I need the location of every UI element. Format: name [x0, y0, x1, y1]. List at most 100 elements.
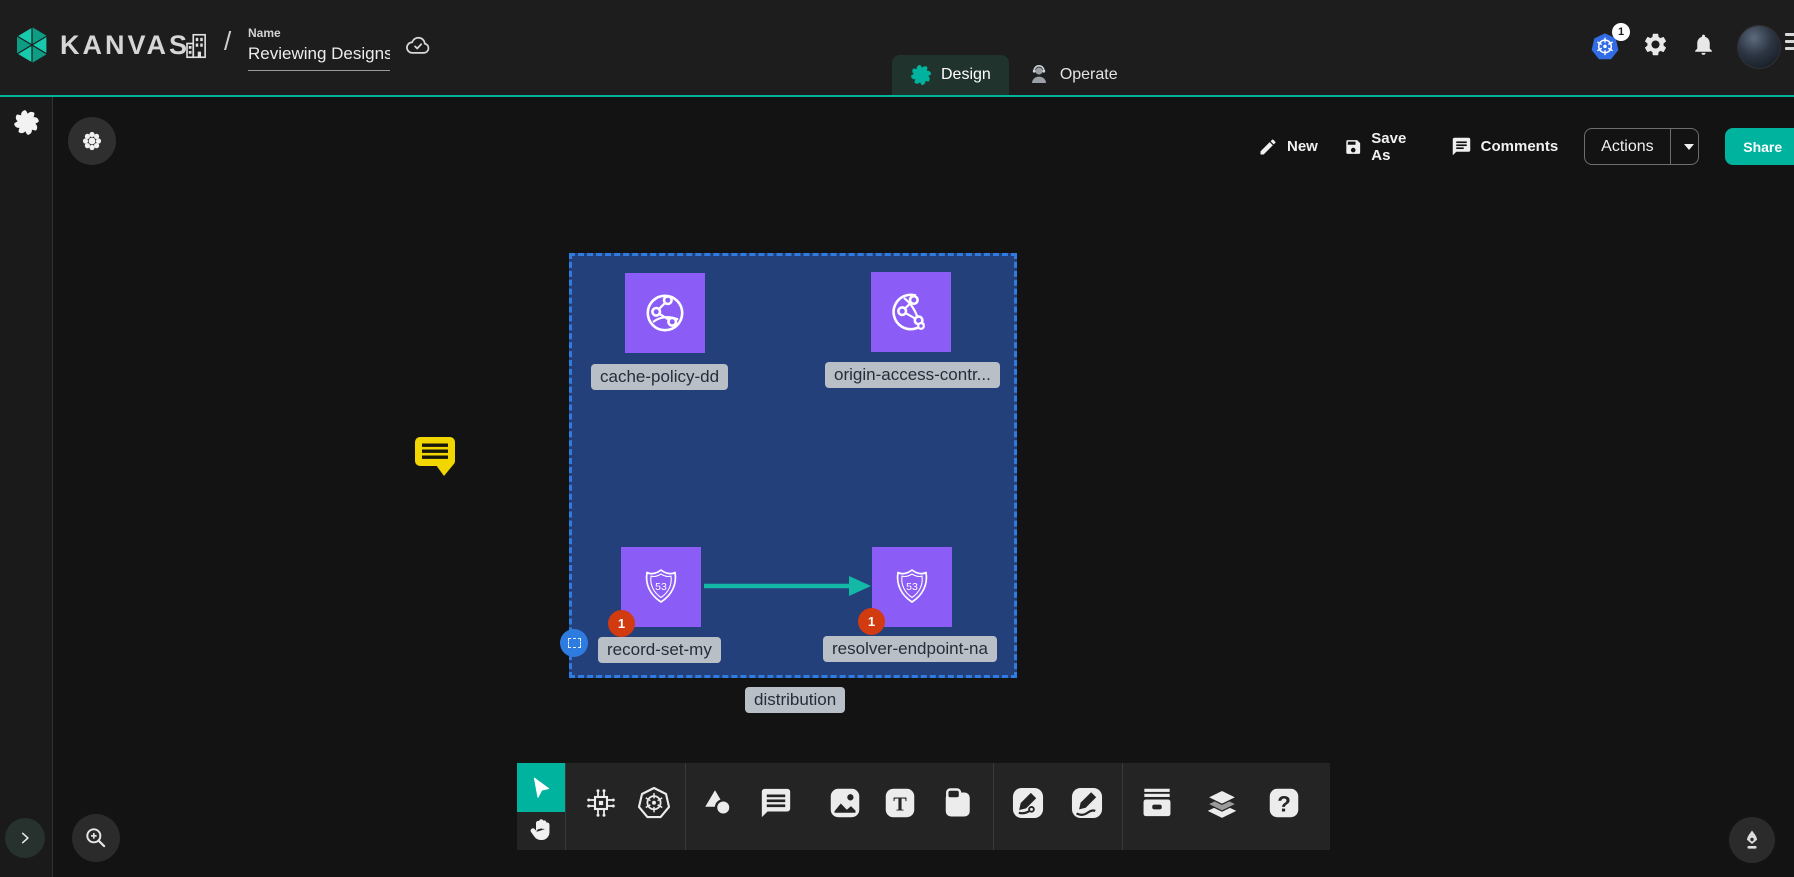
canvas-comment-marker[interactable] — [413, 433, 457, 482]
breadcrumb-separator: / — [224, 26, 231, 57]
brand-logo[interactable]: KANVAS — [14, 26, 190, 64]
tab-design-label: Design — [941, 66, 991, 84]
design-name-label: Name — [248, 26, 390, 40]
share-split-button: Share — [1725, 128, 1794, 165]
selected-group-distribution[interactable]: cache-policy-dd origin-access-contr... 5… — [569, 253, 1017, 678]
pencil-sketch-tool[interactable] — [1068, 784, 1106, 822]
node-resolver-endpoint[interactable]: 53 — [872, 547, 952, 627]
edge-record-set-to-resolver[interactable] — [703, 572, 873, 600]
menu-hamburger-icon[interactable] — [1785, 33, 1794, 54]
node-badge-resolver-endpoint[interactable]: 1 — [858, 608, 885, 635]
node-origin-access-control[interactable] — [871, 272, 951, 352]
left-sidebar — [0, 97, 53, 877]
meshery-logo-white-icon[interactable] — [13, 109, 40, 141]
clipboard-icon — [939, 785, 975, 821]
whiteboarding-pen-button[interactable] — [1729, 817, 1775, 863]
organization-icon[interactable] — [182, 30, 212, 67]
kanvas-hexagon-icon — [14, 26, 50, 64]
save-status-cloud-icon — [403, 33, 433, 66]
note-tool[interactable] — [938, 784, 976, 822]
text-icon: T — [882, 785, 918, 821]
node-label-origin-access-control[interactable]: origin-access-contr... — [825, 362, 1000, 388]
cloudfront-globe-icon — [887, 288, 935, 336]
node-cache-policy[interactable] — [625, 273, 705, 353]
actions-split-button: Actions — [1584, 128, 1699, 165]
tab-operate[interactable]: Operate — [1009, 55, 1136, 95]
comments-label: Comments — [1481, 138, 1559, 155]
kanvas-app: KANVAS / Name — [0, 0, 1794, 877]
route53-number: 53 — [655, 581, 667, 593]
caret-down-icon — [1683, 143, 1695, 151]
bottom-toolbar: T — [517, 763, 1330, 850]
header-right-actions: 1 — [1590, 26, 1780, 68]
pen-path-tool[interactable] — [1009, 784, 1047, 822]
canvas-settings-button[interactable] — [68, 117, 116, 165]
header: KANVAS / Name — [0, 0, 1794, 97]
design-action-bar: New Save As Comments Actions — [1258, 128, 1794, 165]
node-label-resolver-endpoint[interactable]: resolver-endpoint-na — [823, 636, 997, 662]
pen-nib-icon — [1740, 828, 1764, 852]
group-selection-handle[interactable] — [560, 629, 588, 657]
meshery-swirl-icon — [910, 64, 932, 86]
node-record-set[interactable]: 53 — [621, 547, 701, 627]
comments-button[interactable]: Comments — [1451, 136, 1559, 157]
pencil-icon — [1258, 137, 1278, 157]
save-as-button[interactable]: Save As — [1344, 130, 1425, 164]
dashed-rect-icon — [568, 638, 581, 648]
cloudfront-globe-icon — [641, 289, 689, 337]
select-tool-active[interactable] — [517, 763, 565, 812]
floppy-disk-icon — [1344, 137, 1362, 157]
operator-headset-icon — [1027, 63, 1051, 87]
comment-icon — [1451, 136, 1472, 157]
route53-shield-icon: 53 — [889, 565, 935, 609]
tab-design[interactable]: Design — [892, 55, 1009, 95]
group-label-distribution[interactable]: distribution — [745, 687, 845, 713]
comment-pin-icon — [413, 433, 457, 477]
question-mark-icon: ? — [1266, 785, 1302, 821]
kubernetes-tool[interactable] — [635, 784, 673, 822]
node-label-record-set[interactable]: record-set-my — [598, 637, 721, 663]
image-icon — [827, 785, 863, 821]
save-as-label: Save As — [1371, 130, 1424, 164]
kubernetes-wheel-icon — [636, 785, 672, 821]
mode-tabs: Design Operate — [892, 55, 1136, 95]
pencil-sketch-icon — [1068, 784, 1106, 822]
design-name-block: Name — [248, 26, 390, 71]
share-button[interactable]: Share — [1725, 128, 1794, 165]
actions-button[interactable]: Actions — [1585, 129, 1669, 164]
help-glyph: ? — [1277, 791, 1291, 816]
route53-number: 53 — [906, 581, 918, 593]
pan-hand-tool[interactable] — [526, 814, 556, 844]
comment-tool[interactable] — [757, 784, 795, 822]
notifications-bell-button[interactable] — [1691, 32, 1716, 62]
drawer-archive-icon — [1138, 784, 1176, 822]
pen-path-icon — [1009, 784, 1047, 822]
text-tool[interactable]: T — [881, 784, 919, 822]
actions-dropdown-button[interactable] — [1670, 129, 1700, 164]
user-avatar[interactable] — [1738, 26, 1780, 68]
brand-name: KANVAS — [60, 30, 190, 61]
node-label-cache-policy[interactable]: cache-policy-dd — [591, 364, 728, 390]
help-tool[interactable]: ? — [1265, 784, 1303, 822]
sidebar-expand-button[interactable] — [5, 818, 45, 858]
design-name-input[interactable] — [248, 42, 390, 71]
new-button[interactable]: New — [1258, 137, 1318, 157]
layers-tool[interactable] — [1203, 784, 1241, 822]
kubernetes-contexts-button[interactable]: 1 — [1590, 32, 1620, 62]
kubernetes-context-count-badge: 1 — [1612, 23, 1630, 41]
settings-button[interactable] — [1642, 31, 1669, 63]
media-tool[interactable] — [826, 784, 864, 822]
designs-drawer-tool[interactable] — [1138, 784, 1176, 822]
node-badge-record-set[interactable]: 1 — [608, 610, 635, 637]
shapes-tool[interactable] — [699, 784, 737, 822]
shapes-icon — [700, 785, 736, 821]
chevron-right-icon — [18, 831, 32, 845]
comment-icon — [759, 786, 793, 820]
layers-icon — [1203, 784, 1241, 822]
tab-operate-label: Operate — [1060, 66, 1118, 84]
components-tool[interactable] — [582, 784, 620, 822]
text-tool-glyph: T — [893, 794, 907, 816]
new-label: New — [1287, 138, 1318, 155]
cursor-arrow-icon — [528, 775, 554, 801]
zoom-in-button[interactable] — [72, 814, 120, 862]
